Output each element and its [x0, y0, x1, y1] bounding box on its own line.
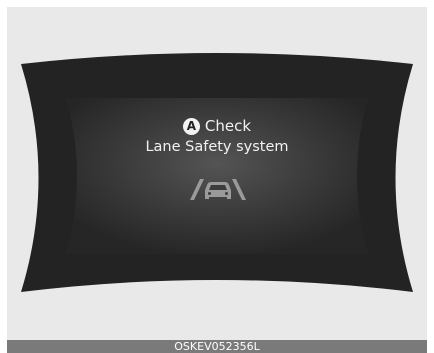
- figure-code: OSKEV052356L: [174, 340, 260, 353]
- message-line-system: Lane Safety system: [145, 139, 289, 155]
- message-line-check: A Check: [0, 116, 434, 136]
- figure-caption-bar: OSKEV052356L: [7, 340, 427, 353]
- check-label: Check: [204, 117, 252, 135]
- lane-safety-icon: [190, 179, 246, 200]
- indicator-a-badge: A: [182, 118, 200, 135]
